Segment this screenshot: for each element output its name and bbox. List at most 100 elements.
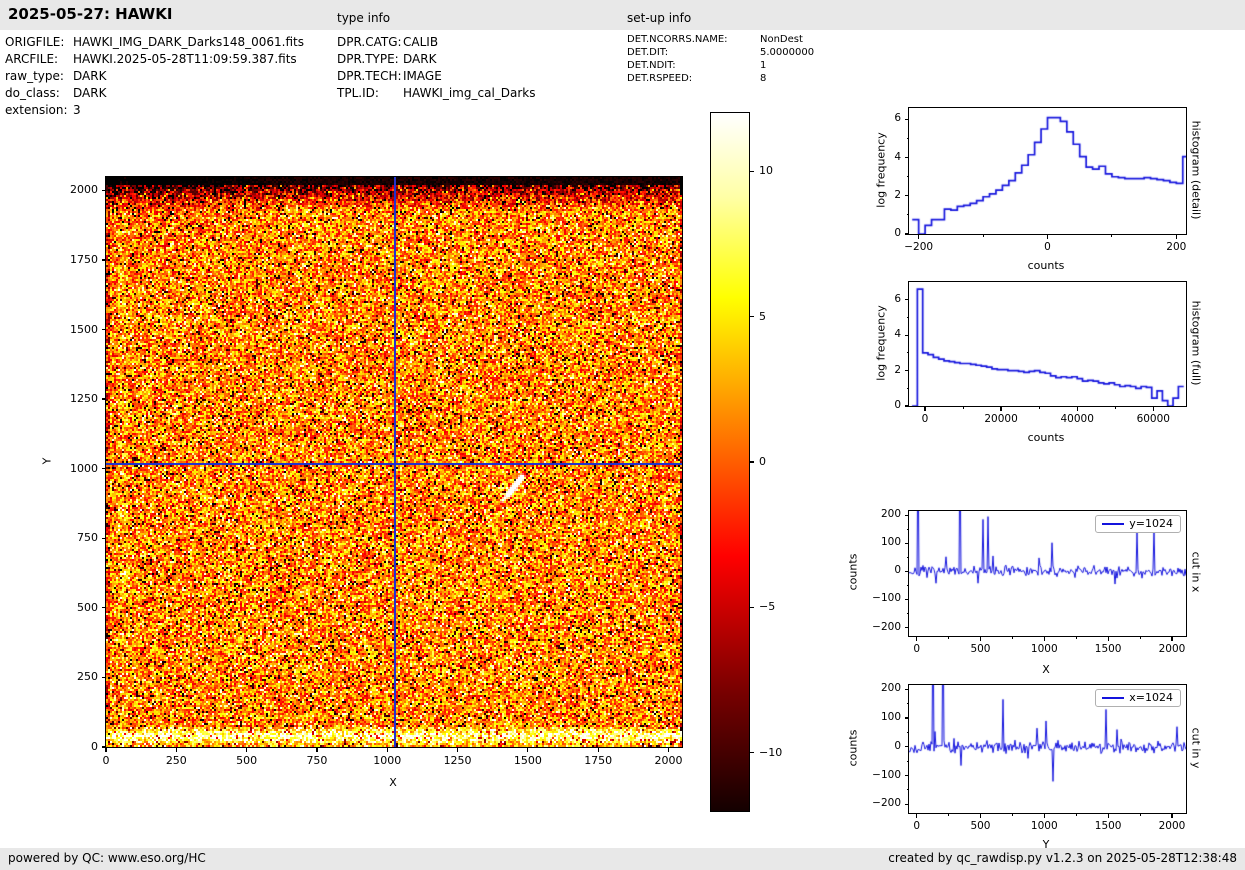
type-info-row: DPR.CATG:CALIB [337, 34, 536, 51]
colorbar-tick-mark [749, 461, 754, 463]
y-tick-label: 0 [894, 739, 901, 752]
x-tick-label: 2000 [1158, 643, 1186, 655]
x-minor-tick [1139, 636, 1141, 639]
y-tick-label: 250 [77, 670, 98, 684]
y-minor-tick [906, 789, 909, 791]
x-tick-mark [1076, 406, 1078, 411]
histogram-full-plot: 0 20000 40000 60000 0 2 4 6 [894, 281, 1187, 425]
file-info-row: ORIGFILE: HAWKI_IMG_DARK_Darks148_0061.fi… [5, 34, 304, 51]
setup-info-row: DET.NDIT: 1 [627, 59, 814, 72]
page-title: 2025-05-27: HAWKI [8, 5, 173, 23]
y-minor-tick [906, 760, 909, 762]
y-minor-tick [906, 613, 909, 615]
type-info-row: TPL.ID: HAWKI_img_cal_Darks [337, 85, 536, 102]
y-tick-mark [904, 195, 909, 197]
x-minor-tick [1111, 234, 1113, 237]
x-tick-label: 0 [102, 754, 110, 767]
y-tick-label: 6 [894, 112, 901, 125]
x-tick-mark [1043, 636, 1045, 641]
x-tick-label: 1500 [513, 754, 542, 767]
qc-report-page: { "header": { "title": "2025-05-27: HAWK… [0, 0, 1245, 870]
meta-value: 3 [73, 103, 81, 117]
y-tick-label: −200 [872, 797, 901, 810]
hist-detail-y-label: log frequency [874, 132, 888, 208]
meta-value: DARK [403, 52, 437, 66]
x-tick-mark [1043, 813, 1045, 818]
meta-label: DPR.TYPE: [337, 52, 399, 66]
x-tick-label: 500 [236, 754, 258, 767]
y-tick-label: 2000 [70, 183, 98, 197]
x-tick-label: 500 [970, 643, 991, 655]
x-tick-mark [1152, 406, 1154, 411]
x-tick-label: 200 [1166, 241, 1187, 253]
y-tick-mark [904, 775, 909, 777]
x-tick-label: 0 [913, 820, 920, 832]
meta-label: TPL.ID: [337, 86, 379, 100]
y-minor-tick [906, 138, 909, 140]
meta-value: CALIB [403, 35, 439, 49]
dark-frame-image [106, 177, 682, 747]
main-x-axis-label: X [389, 776, 397, 789]
y-minor-tick [906, 556, 909, 558]
meta-value: 8 [760, 73, 767, 84]
y-tick-mark [101, 746, 106, 748]
meta-value: NonDest [760, 34, 803, 45]
y-tick-mark [904, 688, 909, 690]
x-tick-label: 250 [165, 754, 187, 767]
meta-label: ORIGFILE: [5, 35, 65, 49]
y-tick-label: 0 [91, 740, 98, 753]
x-tick-label: 1500 [1094, 643, 1122, 655]
x-tick-label: 0 [1044, 241, 1051, 253]
file-info-row: raw_type: DARK [5, 68, 304, 85]
y-minor-tick [906, 731, 909, 733]
x-minor-tick [982, 234, 984, 237]
x-tick-label: 2000 [1158, 820, 1186, 832]
x-tick-mark [1171, 813, 1173, 818]
x-minor-tick [1011, 636, 1013, 639]
histogram-full-canvas [909, 282, 1186, 406]
meta-value: HAWKI.2025-05-28T11:09:59.387.fits [73, 52, 297, 66]
file-info-row: ARCFILE: HAWKI.2025-05-28T11:09:59.387.fi… [5, 51, 304, 68]
y-tick-label: 100 [880, 536, 901, 549]
y-tick-mark [101, 676, 106, 678]
x-tick-label: 1000 [373, 754, 402, 767]
legend-line-swatch [1102, 522, 1125, 525]
y-minor-tick [906, 214, 909, 216]
y-tick-mark [904, 717, 909, 719]
histogram-detail-plot: −200 0 200 0 2 4 6 [894, 107, 1187, 253]
x-minor-tick [1038, 406, 1040, 409]
x-tick-mark [456, 747, 459, 752]
y-tick-mark [904, 570, 909, 572]
colorbar-tick-label: 5 [759, 309, 766, 323]
colorbar-tick-mark [749, 315, 754, 318]
colorbar: 10 5 0 −5 −10 [710, 112, 782, 812]
meta-label: raw_type: [5, 69, 64, 83]
x-tick-label: 1000 [1030, 820, 1058, 832]
y-tick-label: 1750 [70, 252, 98, 266]
meta-label: DET.DIT: [627, 47, 669, 58]
y-tick-mark [101, 328, 106, 331]
y-minor-tick [906, 176, 909, 178]
x-minor-tick [1011, 813, 1013, 816]
y-tick-label: 200 [880, 682, 901, 695]
colorbar-tick-mark [749, 752, 754, 754]
x-tick-mark [527, 747, 529, 752]
x-tick-mark [175, 747, 177, 752]
y-tick-mark [904, 598, 909, 601]
legend-label: y=1024 [1129, 517, 1173, 530]
x-tick-label: 1500 [1094, 820, 1122, 832]
hist-full-x-label: counts [1027, 431, 1065, 444]
cut-in-y-plot: x=1024 0 500 1000 1500 2000 −200 −100 0 100 200 [872, 682, 1187, 832]
y-minor-tick [906, 528, 909, 530]
x-tick-mark [1107, 636, 1109, 641]
meta-value: IMAGE [403, 69, 442, 83]
y-tick-mark [904, 746, 909, 748]
y-tick-label: 0 [894, 227, 901, 239]
meta-label: DPR.CATG: [337, 35, 402, 49]
y-tick-label: 750 [77, 531, 98, 545]
meta-label: do_class: [5, 86, 60, 100]
setup-info-row: DET.DIT: 5.0000000 [627, 46, 814, 59]
colorbar-tick-label: 0 [759, 455, 766, 468]
x-tick-label: 1750 [584, 754, 613, 767]
y-tick-mark [904, 514, 909, 516]
